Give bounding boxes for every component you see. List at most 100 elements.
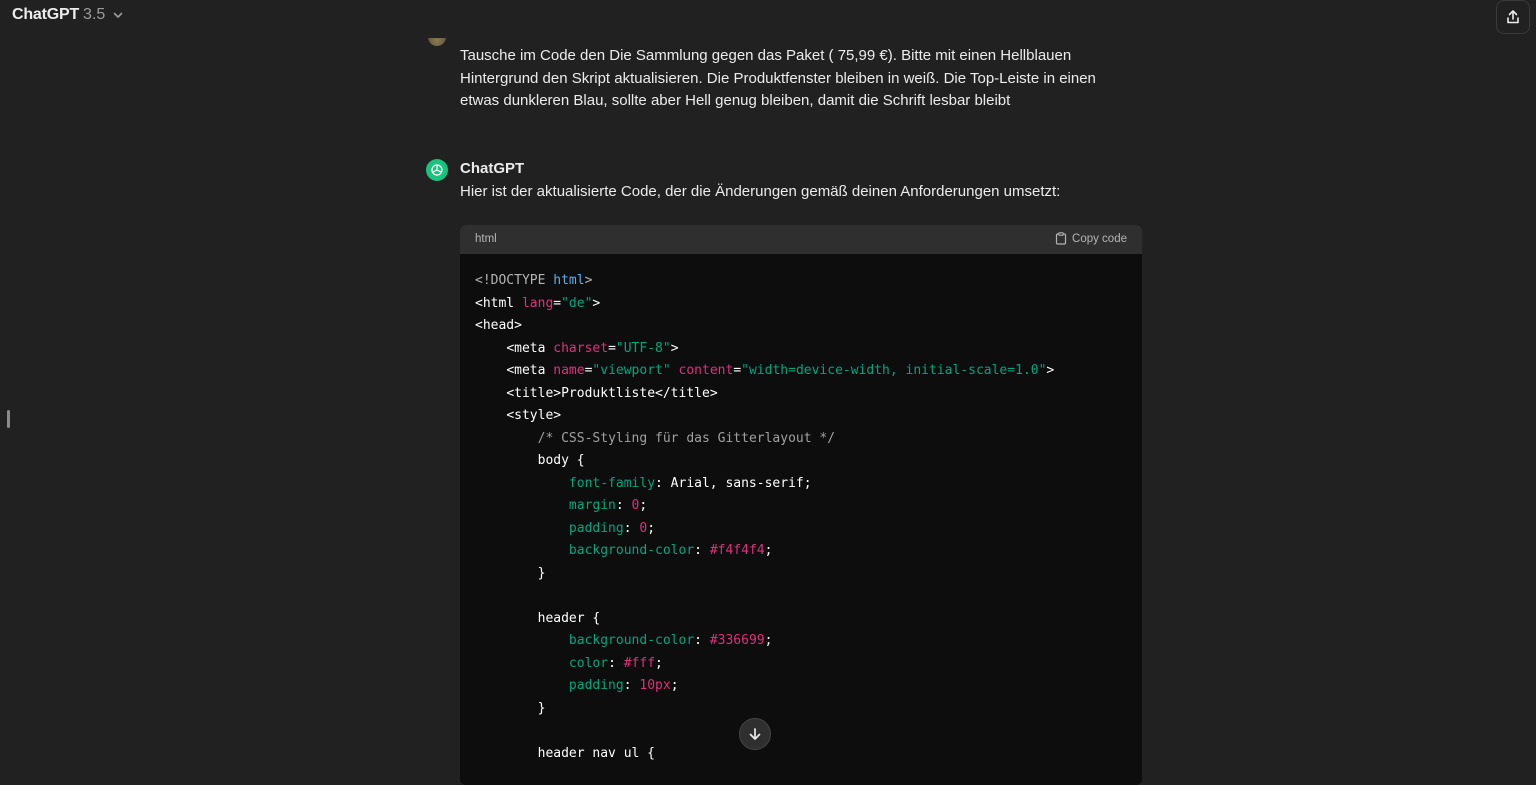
- code-token: html: [553, 273, 585, 288]
- code-token: Produktliste: [561, 385, 656, 401]
- code-token: :: [694, 633, 710, 648]
- code-token: : Arial, sans-serif;: [655, 475, 812, 491]
- code-line: }: [475, 698, 1127, 721]
- scroll-to-bottom-button[interactable]: [739, 718, 771, 750]
- code-token: #f4f4f4: [709, 543, 765, 558]
- code-token: <head>: [475, 318, 522, 333]
- code-token: ;: [655, 655, 663, 671]
- code-token: ;: [764, 543, 773, 558]
- code-line: color: #fff;: [475, 653, 1127, 676]
- code-token: :: [615, 498, 632, 513]
- sidebar-toggle-handle[interactable]: [7, 410, 10, 428]
- code-line: font-family: Arial, sans-serif;: [475, 473, 1127, 496]
- code-block: html Copy code <!DOCTYPE html> <html lang…: [460, 225, 1142, 785]
- code-line: <html lang="de">: [475, 293, 1127, 316]
- code-token: charset: [553, 340, 609, 356]
- assistant-intro-text: Hier ist der aktualisierte Code, der die…: [460, 183, 1061, 200]
- code-line: padding: 10px;: [475, 675, 1127, 698]
- code-token: ;: [639, 498, 648, 513]
- code-token: ;: [670, 678, 679, 693]
- code-line: background-color: #336699;: [475, 630, 1127, 653]
- code-line: body {: [475, 450, 1127, 473]
- code-token: }: [475, 700, 546, 716]
- code-token: 10px: [639, 678, 671, 693]
- code-token: :: [623, 520, 640, 536]
- code-token: >: [584, 273, 593, 288]
- code-token: =: [553, 295, 562, 311]
- code-token: <meta: [506, 340, 554, 356]
- model-name: ChatGPT: [12, 6, 80, 23]
- code-line: }: [475, 563, 1127, 586]
- code-token: :: [608, 655, 624, 671]
- code-token: margin: [568, 498, 616, 513]
- share-button[interactable]: [1496, 0, 1530, 34]
- code-token: ;: [764, 633, 773, 648]
- code-token: "de": [561, 295, 593, 311]
- code-line: background-color: #f4f4f4;: [475, 540, 1127, 563]
- code-token: <meta: [506, 363, 554, 378]
- code-token: header nav ul {: [475, 745, 656, 761]
- user-avatar: [428, 38, 446, 46]
- assistant-name: ChatGPT: [460, 160, 525, 177]
- code-token: color: [568, 655, 609, 671]
- model-switcher[interactable]: ChatGPT 3.5: [12, 6, 125, 24]
- model-version: 3.5: [83, 6, 106, 23]
- arrow-down-icon: [749, 728, 761, 740]
- code-token: #336699: [709, 633, 765, 648]
- code-token: =: [733, 363, 742, 378]
- chevron-down-icon: [113, 12, 123, 18]
- code-token: /* CSS-Styling für das Gitterlayout */: [537, 430, 836, 446]
- code-content: <!DOCTYPE html> <html lang="de"> <head> <m…: [460, 254, 1142, 765]
- code-token: ;: [647, 520, 656, 536]
- code-block-header: html Copy code: [460, 225, 1142, 254]
- code-token: #fff: [623, 655, 656, 671]
- code-line: <style>: [475, 405, 1127, 428]
- code-token: <!DOCTYPE: [475, 273, 554, 288]
- code-line: <!DOCTYPE html>: [475, 270, 1127, 293]
- code-token: name: [553, 363, 585, 378]
- code-token: background-color: [568, 633, 695, 648]
- code-token: padding: [568, 520, 624, 536]
- code-line: header {: [475, 608, 1127, 631]
- code-token: }: [475, 565, 546, 581]
- code-token: <style>: [506, 408, 562, 423]
- code-token: padding: [568, 678, 624, 693]
- code-token: <title>: [506, 385, 562, 401]
- code-token: "UTF-8": [615, 340, 671, 356]
- code-line: <meta charset="UTF-8">: [475, 338, 1127, 361]
- code-token: >: [592, 295, 601, 311]
- code-token: background-color: [568, 543, 695, 558]
- copy-code-button[interactable]: Copy code: [1055, 232, 1127, 245]
- copy-code-label: Copy code: [1072, 232, 1127, 245]
- code-token: =: [608, 340, 616, 356]
- code-line: margin: 0;: [475, 495, 1127, 518]
- code-token: font-family: [568, 475, 656, 491]
- code-token: </title>: [655, 385, 718, 401]
- code-token: lang: [521, 295, 554, 311]
- code-token: :: [623, 678, 640, 693]
- code-token: >: [670, 340, 679, 356]
- code-token: body {: [475, 453, 585, 468]
- code-token: >: [1046, 363, 1055, 378]
- code-token: content: [678, 363, 734, 378]
- code-token: <html: [475, 295, 522, 311]
- code-line: <meta name="viewport" content="width=dev…: [475, 360, 1127, 383]
- clipboard-icon: [1055, 232, 1067, 245]
- code-line: padding: 0;: [475, 518, 1127, 541]
- top-bar: ChatGPT 3.5: [0, 0, 1536, 34]
